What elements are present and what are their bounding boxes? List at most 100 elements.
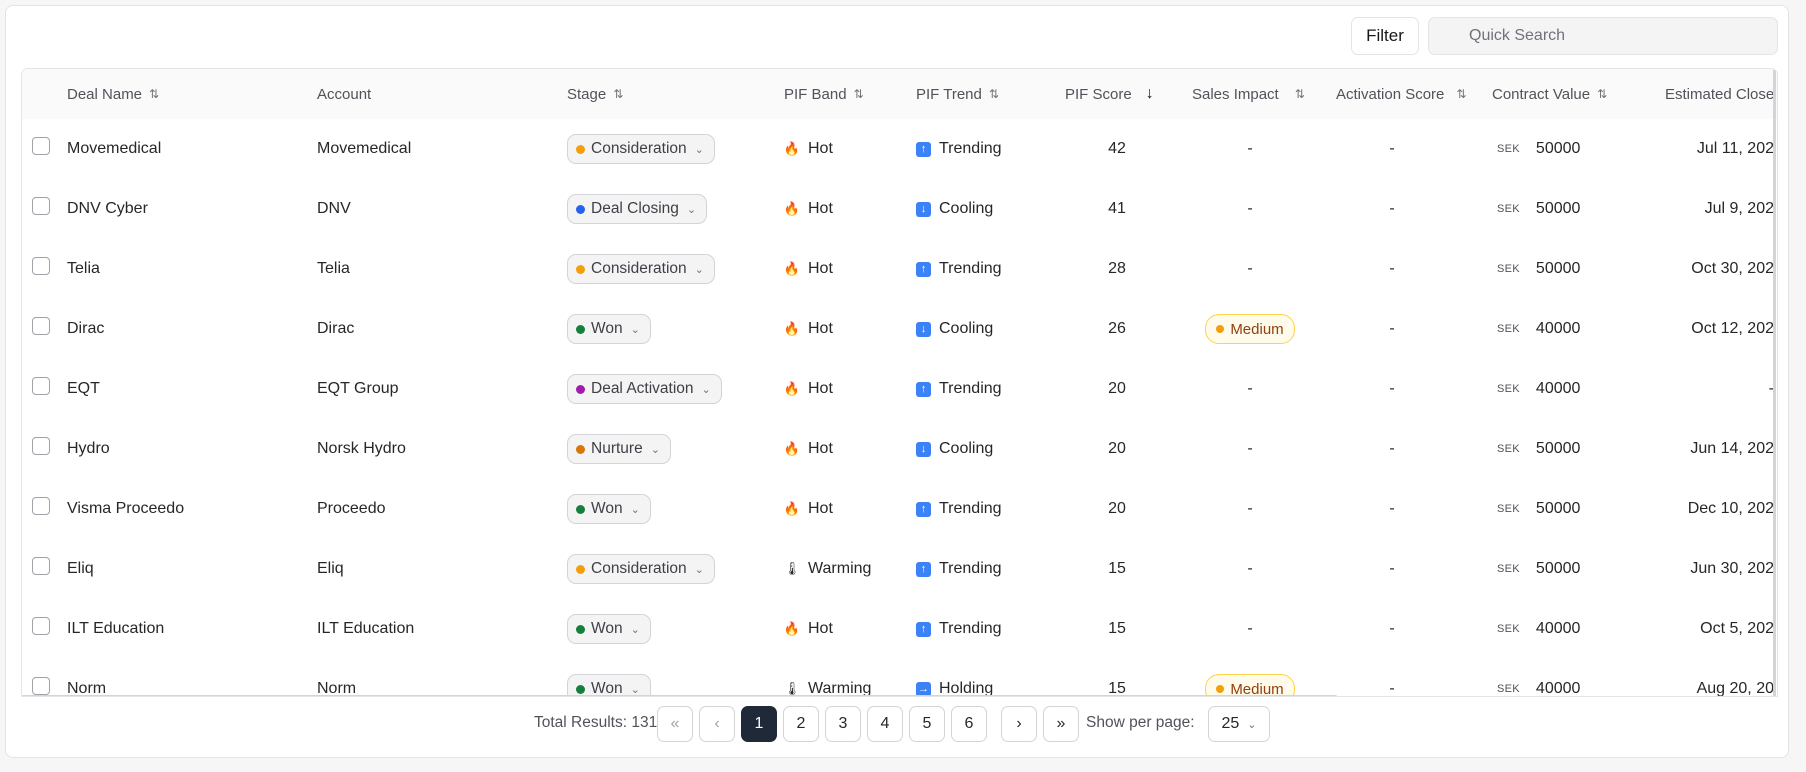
filter-button[interactable]: Filter (1351, 17, 1419, 55)
table-row[interactable]: Telia Telia Consideration ⌄ 🔥 Hot ↑ Trendin… (22, 239, 1777, 300)
page-button-5[interactable]: 5 (909, 706, 945, 742)
table-row[interactable]: ILT Education ILT Education Won ⌄ 🔥 Hot ↑ T… (22, 599, 1777, 660)
sort-desc-icon[interactable]: ↓ (1146, 85, 1154, 103)
quick-search-input[interactable] (1428, 17, 1778, 55)
pif-score: 20 (1108, 440, 1126, 457)
last-page-button[interactable]: » (1043, 706, 1079, 742)
deal-name[interactable]: Hydro (67, 419, 110, 479)
per-page-select[interactable]: 25 ⌄ (1208, 706, 1270, 742)
chevron-down-icon: ⌄ (1247, 718, 1257, 731)
deal-name[interactable]: Dirac (67, 299, 104, 359)
sort-icon[interactable]: ⇅ (854, 87, 864, 101)
stage-select[interactable]: Consideration ⌄ (567, 554, 715, 584)
table-row[interactable]: Visma Proceedo Proceedo Won ⌄ 🔥 Hot ↑ Trend… (22, 479, 1777, 540)
horizontal-scrollbar[interactable] (22, 695, 1337, 696)
pif-band: Hot (808, 140, 833, 157)
contract-value: 50000 (1535, 440, 1581, 457)
table-row[interactable]: Hydro Norsk Hydro Nurture ⌄ 🔥 Hot ↓ Cooling… (22, 419, 1777, 480)
pif-score: 28 (1108, 260, 1126, 277)
prev-page-button[interactable]: ‹ (699, 706, 735, 742)
pif-trend: Cooling (939, 200, 994, 217)
chevron-down-icon: ⌄ (650, 443, 660, 456)
table-row[interactable]: Dirac Dirac Won ⌄ 🔥 Hot ↓ Cooling 26 Medium… (22, 299, 1777, 360)
chevron-down-icon: ⌄ (694, 263, 704, 276)
row-checkbox[interactable] (32, 197, 50, 215)
pif-score: 15 (1108, 560, 1126, 577)
next-page-button[interactable]: › (1001, 706, 1037, 742)
page-button-1[interactable]: 1 (741, 706, 777, 742)
sales-impact-value: - (1247, 260, 1253, 277)
activation-score: - (1389, 140, 1395, 157)
stage-label: Deal Closing (591, 200, 679, 217)
show-per-page-label: Show per page: (1086, 714, 1195, 731)
col-sales-impact[interactable]: Sales Impact ⇅ (1192, 69, 1305, 119)
deal-name[interactable]: Visma Proceedo (67, 479, 184, 539)
pif-band: Hot (808, 320, 833, 337)
stage-select[interactable]: Consideration ⌄ (567, 254, 715, 284)
page-button-2[interactable]: 2 (783, 706, 819, 742)
table-row[interactable]: DNV Cyber DNV Deal Closing ⌄ 🔥 Hot ↓ Coolin… (22, 179, 1777, 240)
fire-icon: 🔥 (783, 501, 801, 516)
sales-impact-value: - (1247, 380, 1253, 397)
row-checkbox[interactable] (32, 377, 50, 395)
page-button-3[interactable]: 3 (825, 706, 861, 742)
row-checkbox[interactable] (32, 557, 50, 575)
table-row[interactable]: Movemedical Movemedical Consideration ⌄ 🔥… (22, 119, 1777, 180)
col-pif-trend[interactable]: PIF Trend ⇅ (916, 69, 999, 119)
vertical-scrollbar[interactable] (1773, 69, 1776, 696)
pif-trend: Trending (939, 140, 1002, 157)
col-label: Deal Name (67, 85, 143, 103)
deal-name[interactable]: ILT Education (67, 599, 164, 659)
row-checkbox[interactable] (32, 437, 50, 455)
row-checkbox[interactable] (32, 617, 50, 635)
col-stage[interactable]: Stage ⇅ (567, 69, 623, 119)
row-checkbox[interactable] (32, 257, 50, 275)
status-dot (1216, 685, 1225, 693)
sort-icon[interactable]: ⇅ (989, 87, 999, 101)
deal-name[interactable]: Telia (67, 239, 100, 299)
sort-icon[interactable]: ⇅ (613, 87, 623, 101)
stage-select[interactable]: Deal Activation ⌄ (567, 374, 722, 404)
stage-label: Won (591, 620, 623, 637)
stage-select[interactable]: Nurture ⌄ (567, 434, 671, 464)
table-row[interactable]: EQT EQT Group Deal Activation ⌄ 🔥 Hot ↑ Tre… (22, 359, 1777, 420)
col-estimated-close[interactable]: Estimated Close (1665, 69, 1774, 119)
deal-name[interactable]: EQT (67, 359, 100, 419)
table-row[interactable]: Norm Norm Won ⌄ 🌡 Warming → Holding 15 Medi… (22, 659, 1777, 696)
row-checkbox[interactable] (32, 677, 50, 695)
account-name: Telia (317, 260, 350, 277)
col-deal-name[interactable]: Deal Name ⇅ (67, 69, 159, 119)
stage-select[interactable]: Won ⌄ (567, 674, 651, 696)
row-checkbox[interactable] (32, 137, 50, 155)
col-pif-band[interactable]: PIF Band ⇅ (784, 69, 864, 119)
deal-name[interactable]: Movemedical (67, 119, 161, 179)
total-results: Total Results: 131 (534, 714, 658, 731)
deal-name[interactable]: Norm (67, 659, 106, 696)
page-button-4[interactable]: 4 (867, 706, 903, 742)
stage-select[interactable]: Won ⌄ (567, 494, 651, 524)
sort-icon[interactable]: ⇅ (1597, 87, 1607, 101)
col-pif-score[interactable]: PIF Score ↓ (1065, 69, 1154, 119)
deal-name[interactable]: Eliq (67, 539, 94, 599)
row-checkbox[interactable] (32, 497, 50, 515)
sort-icon[interactable]: ⇅ (1295, 87, 1305, 101)
stage-select[interactable]: Consideration ⌄ (567, 134, 715, 164)
stage-select[interactable]: Deal Closing ⌄ (567, 194, 708, 224)
chevron-down-icon: ⌄ (686, 203, 697, 216)
col-contract-value[interactable]: Contract Value ⇅ (1492, 69, 1607, 119)
table-row[interactable]: Eliq Eliq Consideration ⌄ 🌡 Warming ↑ Trend… (22, 539, 1777, 600)
pif-score: 15 (1108, 620, 1126, 637)
row-checkbox[interactable] (32, 317, 50, 335)
deal-name[interactable]: DNV Cyber (67, 179, 148, 239)
page-button-6[interactable]: 6 (951, 706, 987, 742)
pif-score: 26 (1108, 320, 1126, 337)
col-activation-score[interactable]: Activation Score ⇅ (1336, 69, 1466, 119)
arrow-up-icon: ↑ (916, 141, 931, 157)
stage-select[interactable]: Won ⌄ (567, 314, 651, 344)
pif-trend: Cooling (939, 440, 994, 457)
stage-select[interactable]: Won ⌄ (567, 614, 651, 644)
sort-icon[interactable]: ⇅ (1456, 87, 1466, 101)
account-name: EQT Group (317, 380, 399, 397)
sort-icon[interactable]: ⇅ (149, 87, 159, 101)
first-page-button[interactable]: « (657, 706, 693, 742)
